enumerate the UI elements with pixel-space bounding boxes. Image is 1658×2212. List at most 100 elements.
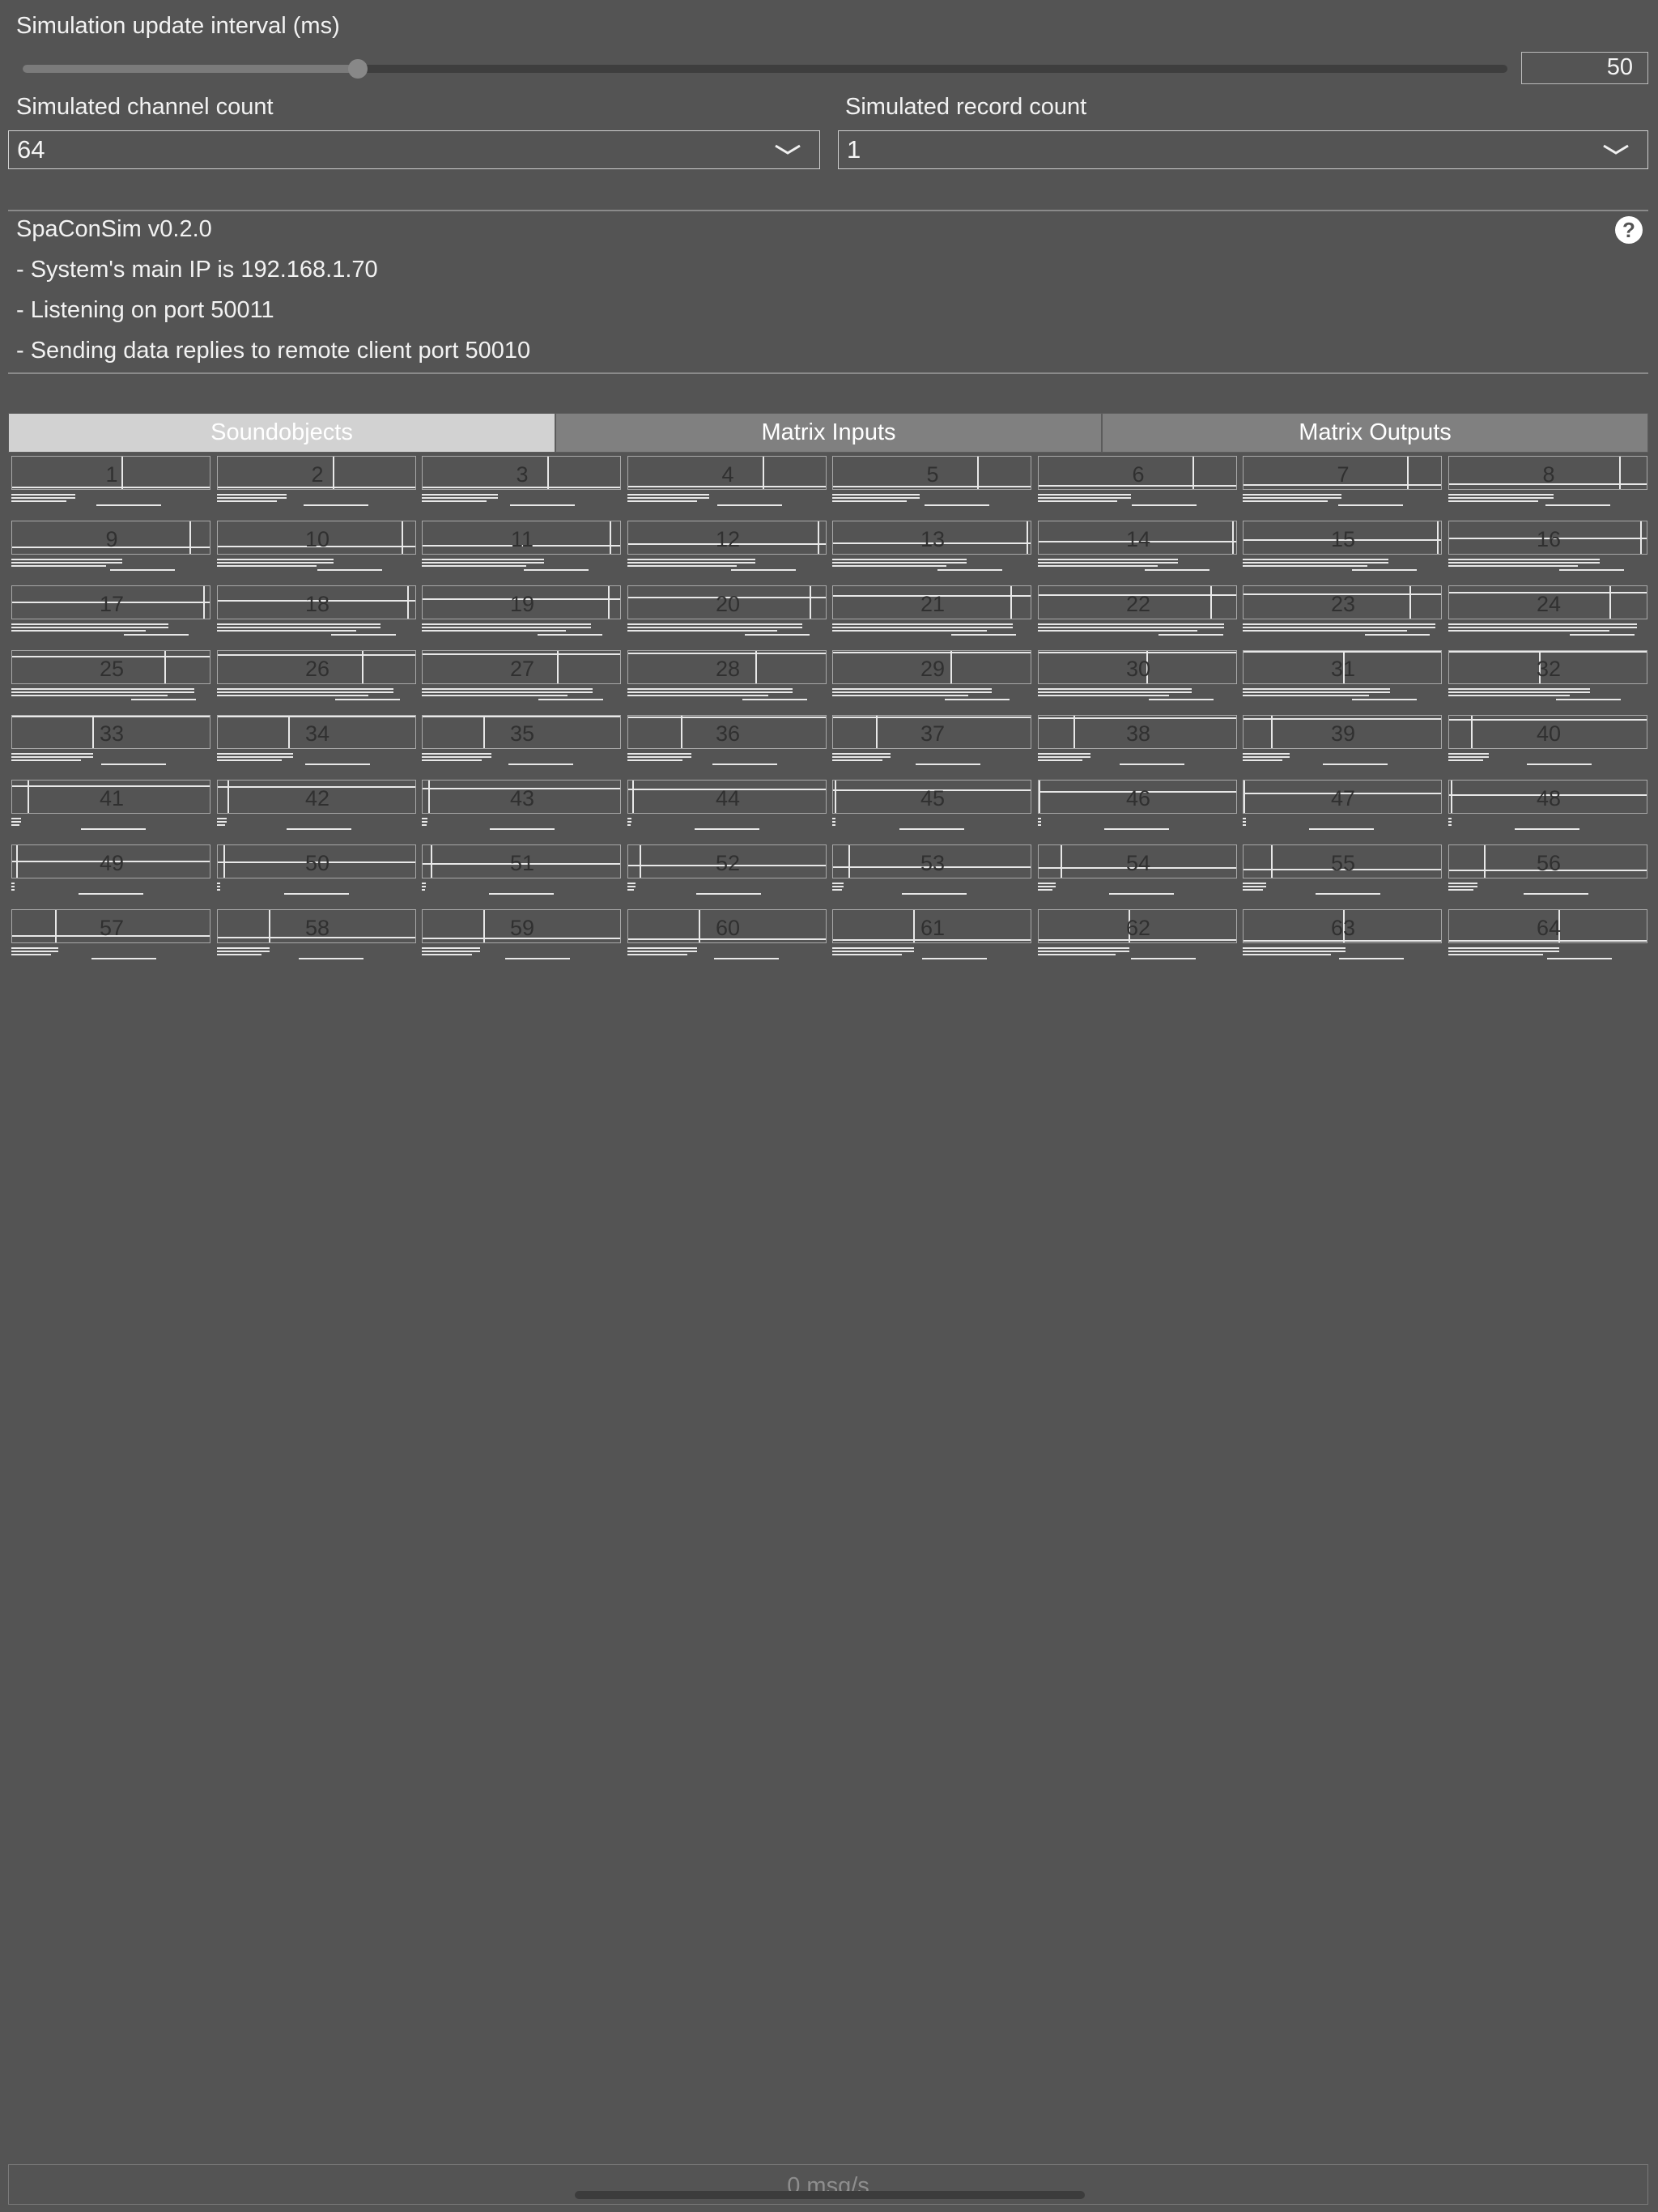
soundobject-cell[interactable]: 9 [11,518,210,572]
soundobject-position-field[interactable]: 26 [217,650,416,684]
soundobject-cell[interactable]: 64 [1448,907,1647,960]
soundobject-position-field[interactable]: 37 [832,715,1031,749]
soundobject-cell[interactable]: 61 [832,907,1031,960]
soundobject-cell[interactable]: 12 [627,518,827,572]
soundobject-cell[interactable]: 3 [422,453,621,507]
soundobject-cell[interactable]: 62 [1038,907,1237,960]
help-icon[interactable]: ? [1615,216,1643,244]
soundobject-cell[interactable]: 6 [1038,453,1237,507]
tab-matrix-inputs[interactable]: Matrix Inputs [555,413,1102,453]
soundobject-cell[interactable]: 2 [217,453,416,507]
soundobject-cell[interactable]: 7 [1243,453,1442,507]
soundobject-position-field[interactable]: 56 [1448,844,1647,878]
soundobject-cell[interactable]: 53 [832,842,1031,895]
soundobject-position-field[interactable]: 29 [832,650,1031,684]
soundobject-position-field[interactable]: 60 [627,909,827,943]
soundobject-cell[interactable]: 28 [627,648,827,701]
soundobject-position-field[interactable]: 30 [1038,650,1237,684]
soundobject-position-field[interactable]: 54 [1038,844,1237,878]
soundobject-cell[interactable]: 29 [832,648,1031,701]
soundobject-position-field[interactable]: 31 [1243,650,1442,684]
soundobject-cell[interactable]: 55 [1243,842,1442,895]
soundobject-cell[interactable]: 41 [11,777,210,831]
soundobject-position-field[interactable]: 63 [1243,909,1442,943]
record-count-select[interactable]: 1 [838,130,1648,169]
soundobject-position-field[interactable]: 50 [217,844,416,878]
soundobject-position-field[interactable]: 32 [1448,650,1647,684]
soundobject-cell[interactable]: 44 [627,777,827,831]
channel-count-select[interactable]: 64 [8,130,820,169]
soundobject-position-field[interactable]: 4 [627,456,827,490]
soundobject-cell[interactable]: 4 [627,453,827,507]
soundobject-position-field[interactable]: 28 [627,650,827,684]
soundobject-cell[interactable]: 43 [422,777,621,831]
soundobject-cell[interactable]: 21 [832,583,1031,636]
soundobject-position-field[interactable]: 59 [422,909,621,943]
soundobject-cell[interactable]: 16 [1448,518,1647,572]
soundobject-cell[interactable]: 54 [1038,842,1237,895]
interval-slider[interactable] [23,59,1507,79]
soundobject-position-field[interactable]: 21 [832,585,1031,619]
soundobject-cell[interactable]: 37 [832,713,1031,766]
soundobject-cell[interactable]: 25 [11,648,210,701]
soundobject-position-field[interactable]: 19 [422,585,621,619]
soundobject-cell[interactable]: 1 [11,453,210,507]
soundobject-cell[interactable]: 32 [1448,648,1647,701]
soundobject-cell[interactable]: 20 [627,583,827,636]
soundobject-cell[interactable]: 23 [1243,583,1442,636]
soundobject-position-field[interactable]: 10 [217,521,416,555]
soundobject-position-field[interactable]: 5 [832,456,1031,490]
soundobject-cell[interactable]: 19 [422,583,621,636]
soundobject-position-field[interactable]: 57 [11,909,210,943]
soundobject-position-field[interactable]: 58 [217,909,416,943]
soundobject-cell[interactable]: 51 [422,842,621,895]
soundobject-cell[interactable]: 34 [217,713,416,766]
soundobject-cell[interactable]: 5 [832,453,1031,507]
soundobject-position-field[interactable]: 20 [627,585,827,619]
soundobject-cell[interactable]: 47 [1243,777,1442,831]
soundobject-cell[interactable]: 59 [422,907,621,960]
soundobject-cell[interactable]: 13 [832,518,1031,572]
soundobject-position-field[interactable]: 6 [1038,456,1237,490]
tab-soundobjects[interactable]: Soundobjects [8,413,555,453]
soundobject-position-field[interactable]: 62 [1038,909,1237,943]
soundobject-position-field[interactable]: 9 [11,521,210,555]
soundobject-position-field[interactable]: 12 [627,521,827,555]
soundobject-cell[interactable]: 26 [217,648,416,701]
soundobject-cell[interactable]: 17 [11,583,210,636]
soundobject-position-field[interactable]: 35 [422,715,621,749]
soundobject-position-field[interactable]: 46 [1038,780,1237,814]
tab-matrix-outputs[interactable]: Matrix Outputs [1102,413,1648,453]
soundobject-cell[interactable]: 39 [1243,713,1442,766]
soundobject-position-field[interactable]: 45 [832,780,1031,814]
soundobject-cell[interactable]: 33 [11,713,210,766]
soundobject-cell[interactable]: 56 [1448,842,1647,895]
soundobject-position-field[interactable]: 34 [217,715,416,749]
soundobject-cell[interactable]: 11 [422,518,621,572]
soundobject-cell[interactable]: 40 [1448,713,1647,766]
soundobject-cell[interactable]: 35 [422,713,621,766]
soundobject-position-field[interactable]: 22 [1038,585,1237,619]
soundobject-position-field[interactable]: 64 [1448,909,1647,943]
soundobject-position-field[interactable]: 44 [627,780,827,814]
soundobject-position-field[interactable]: 33 [11,715,210,749]
soundobject-position-field[interactable]: 38 [1038,715,1237,749]
soundobject-cell[interactable]: 30 [1038,648,1237,701]
soundobject-position-field[interactable]: 41 [11,780,210,814]
soundobject-position-field[interactable]: 24 [1448,585,1647,619]
soundobject-position-field[interactable]: 7 [1243,456,1442,490]
soundobject-position-field[interactable]: 2 [217,456,416,490]
soundobject-cell[interactable]: 52 [627,842,827,895]
soundobject-position-field[interactable]: 15 [1243,521,1442,555]
soundobject-position-field[interactable]: 27 [422,650,621,684]
soundobject-position-field[interactable]: 42 [217,780,416,814]
soundobject-position-field[interactable]: 18 [217,585,416,619]
soundobject-cell[interactable]: 15 [1243,518,1442,572]
soundobject-position-field[interactable]: 8 [1448,456,1647,490]
soundobject-cell[interactable]: 18 [217,583,416,636]
soundobject-cell[interactable]: 31 [1243,648,1442,701]
soundobject-position-field[interactable]: 16 [1448,521,1647,555]
soundobject-cell[interactable]: 49 [11,842,210,895]
soundobject-position-field[interactable]: 13 [832,521,1031,555]
soundobject-cell[interactable]: 10 [217,518,416,572]
